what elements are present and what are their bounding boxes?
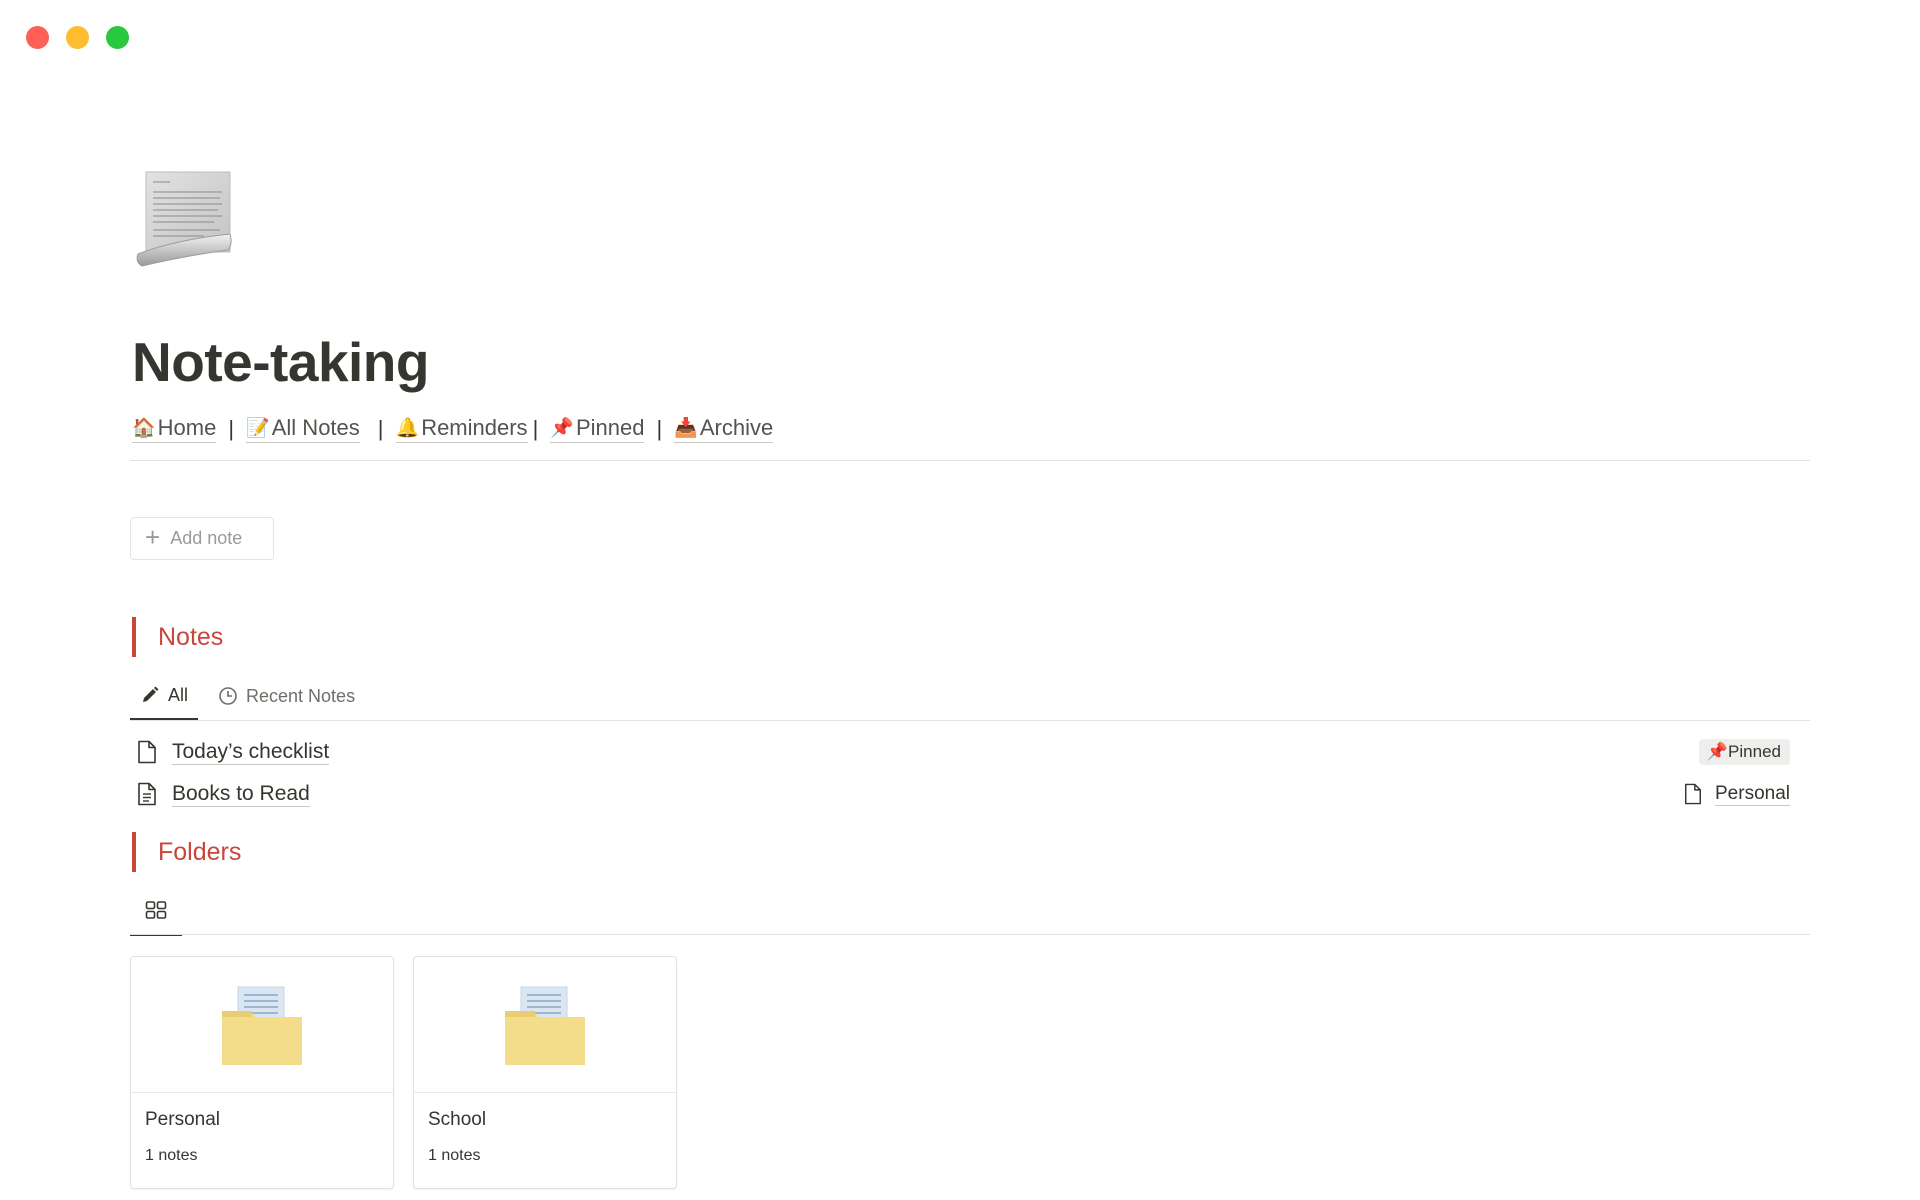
nav-link-all-notes[interactable]: 📝 All Notes	[246, 415, 360, 443]
note-title[interactable]: Today’s checklist	[172, 740, 330, 765]
note-row[interactable]: Today’s checklist 📌Pinned	[130, 732, 1790, 772]
note-title[interactable]: Books to Read	[172, 782, 310, 807]
pencil-icon	[143, 686, 159, 702]
plus-icon: +	[145, 521, 161, 552]
nav-link-pinned[interactable]: 📌 Pinned	[550, 415, 645, 443]
folder-card-school[interactable]: School 1 notes	[413, 956, 677, 1189]
note-properties: Personal	[1683, 783, 1790, 806]
nav-separator: |	[656, 416, 663, 441]
notes-tabs-divider	[130, 720, 1810, 721]
add-note-button[interactable]: + Add note	[130, 517, 274, 560]
window-controls	[26, 26, 129, 49]
nav-link-archive[interactable]: 📥 Archive	[674, 415, 774, 443]
folder-icon	[505, 986, 585, 1065]
note-properties: 📌Pinned	[1698, 739, 1790, 765]
memo-icon: 📝	[246, 418, 270, 439]
nav-link-label: Reminders	[421, 415, 528, 440]
folders-tabs-divider	[130, 934, 1810, 935]
notes-view-tabs: All Recent Notes	[130, 672, 365, 720]
bell-icon: 🔔	[395, 418, 420, 439]
pushpin-icon: 📌	[550, 418, 574, 439]
nav-separator: |	[532, 416, 539, 441]
folder-card-personal[interactable]: Personal 1 notes	[130, 956, 394, 1189]
tab-recent-notes[interactable]: Recent Notes	[208, 672, 365, 720]
tab-recent-notes-label: Recent Notes	[246, 685, 356, 706]
nav-separator: |	[377, 416, 384, 441]
page-text-icon	[138, 782, 156, 806]
note-row[interactable]: Books to Read Personal	[130, 774, 1790, 814]
card-cover	[131, 957, 393, 1093]
card-note-count: 1 notes	[428, 1147, 481, 1164]
notes-heading-label: Notes	[158, 622, 224, 651]
house-icon: 🏠	[132, 418, 156, 439]
folders-heading: Folders	[132, 832, 241, 872]
nav-link-label: All Notes	[271, 415, 360, 440]
folders-heading-label: Folders	[158, 837, 242, 866]
notes-heading: Notes	[132, 617, 223, 657]
tab-all[interactable]: All	[130, 672, 199, 720]
card-note-count: 1 notes	[145, 1147, 198, 1164]
pinned-tag[interactable]: 📌Pinned	[1698, 739, 1790, 765]
nav-separator: |	[228, 416, 235, 441]
minimize-window-button[interactable]	[66, 26, 89, 49]
inbox-tray-icon: 📥	[674, 418, 698, 439]
card-cover	[414, 957, 676, 1093]
page-icon	[1685, 783, 1701, 805]
maximize-window-button[interactable]	[106, 26, 129, 49]
nav-link-home[interactable]: 🏠 Home	[132, 415, 217, 443]
card-title: School	[428, 1109, 487, 1130]
close-window-button[interactable]	[26, 26, 49, 49]
gallery-view-tab[interactable]	[130, 886, 182, 936]
page-icon	[138, 740, 156, 764]
nav-link-reminders[interactable]: 🔔 Reminders	[395, 415, 528, 443]
clock-icon	[219, 687, 237, 705]
folder-relation-link[interactable]: Personal	[1715, 783, 1790, 806]
card-title: Personal	[145, 1109, 220, 1130]
nav-link-label: Pinned	[575, 415, 645, 440]
nav-link-label: Archive	[699, 415, 774, 440]
tab-all-label: All	[168, 684, 189, 705]
scroll-icon[interactable]	[134, 170, 234, 270]
nav-link-label: Home	[157, 415, 217, 440]
top-navigation: 🏠 Home | 📝 All Notes | 🔔 Reminders | 📌 P…	[132, 415, 774, 443]
gallery-grid-icon	[145, 901, 167, 919]
header-divider	[130, 460, 1810, 461]
folder-icon	[222, 986, 302, 1065]
add-note-label: Add note	[170, 528, 243, 548]
page-title: Note-taking	[132, 331, 430, 393]
